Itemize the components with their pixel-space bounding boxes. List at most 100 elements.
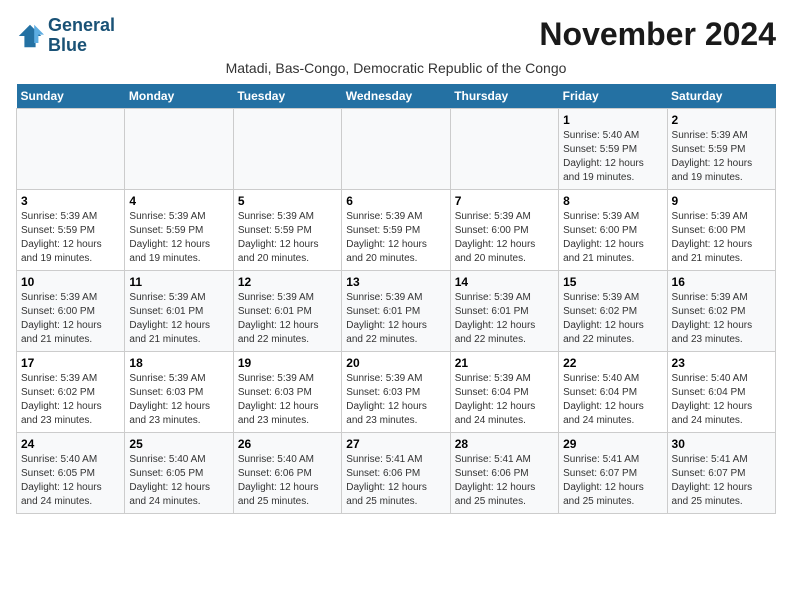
calendar-cell [125, 108, 233, 189]
calendar-cell: 30Sunrise: 5:41 AM Sunset: 6:07 PM Dayli… [667, 432, 775, 513]
header-friday: Friday [559, 84, 667, 109]
day-info: Sunrise: 5:39 AM Sunset: 6:01 PM Dayligh… [455, 291, 554, 347]
day-info: Sunrise: 5:39 AM Sunset: 5:59 PM Dayligh… [346, 210, 445, 266]
day-number: 17 [21, 356, 120, 370]
day-info: Sunrise: 5:40 AM Sunset: 6:04 PM Dayligh… [563, 372, 662, 428]
day-info: Sunrise: 5:39 AM Sunset: 5:59 PM Dayligh… [238, 210, 337, 266]
day-number: 11 [129, 275, 228, 289]
calendar-cell: 4 Sunrise: 5:39 AM Sunset: 5:59 PM Daylig… [125, 189, 233, 270]
day-info: Sunrise: 5:40 AM Sunset: 6:04 PM Dayligh… [672, 372, 771, 428]
calendar-cell: 23 Sunrise: 5:40 AM Sunset: 6:04 PM Dayli… [667, 351, 775, 432]
calendar-cell: 18 Sunrise: 5:39 AM Sunset: 6:03 PM Dayli… [125, 351, 233, 432]
month-title: November 2024 [539, 16, 776, 53]
day-info: Sunrise: 5:39 AM Sunset: 5:59 PM Dayligh… [129, 210, 228, 266]
header-thursday: Thursday [450, 84, 558, 109]
calendar-cell: 10 Sunrise: 5:39 AM Sunset: 6:00 PM Dayli… [17, 270, 125, 351]
logo: General Blue [16, 16, 115, 56]
day-info: Sunrise: 5:40 AM Sunset: 6:05 PM Dayligh… [129, 453, 228, 509]
day-info: Sunrise: 5:41 AM Sunset: 6:06 PM Dayligh… [346, 453, 445, 509]
calendar-cell: 8 Sunrise: 5:39 AM Sunset: 6:00 PM Daylig… [559, 189, 667, 270]
calendar-cell: 12Sunrise: 5:39 AM Sunset: 6:01 PM Dayli… [233, 270, 341, 351]
calendar-cell [233, 108, 341, 189]
calendar-cell: 9 Sunrise: 5:39 AM Sunset: 6:00 PM Daylig… [667, 189, 775, 270]
day-number: 16 [672, 275, 771, 289]
day-number: 15 [563, 275, 662, 289]
header-wednesday: Wednesday [342, 84, 450, 109]
calendar-cell: 24Sunrise: 5:40 AM Sunset: 6:05 PM Dayli… [17, 432, 125, 513]
day-number: 14 [455, 275, 554, 289]
calendar-week-row: 1 Sunrise: 5:40 AM Sunset: 5:59 PM Daylig… [17, 108, 776, 189]
calendar-cell: 20 Sunrise: 5:39 AM Sunset: 6:03 PM Dayli… [342, 351, 450, 432]
day-number: 5 [238, 194, 337, 208]
day-number: 8 [563, 194, 662, 208]
logo-text: General Blue [48, 16, 115, 56]
day-number: 19 [238, 356, 337, 370]
day-number: 20 [346, 356, 445, 370]
day-info: Sunrise: 5:39 AM Sunset: 6:01 PM Dayligh… [238, 291, 337, 347]
subtitle: Matadi, Bas-Congo, Democratic Republic o… [16, 60, 776, 76]
day-number: 4 [129, 194, 228, 208]
day-number: 6 [346, 194, 445, 208]
header-tuesday: Tuesday [233, 84, 341, 109]
day-info: Sunrise: 5:40 AM Sunset: 6:06 PM Dayligh… [238, 453, 337, 509]
calendar-cell: 21Sunrise: 5:39 AM Sunset: 6:04 PM Dayli… [450, 351, 558, 432]
calendar-cell: 7 Sunrise: 5:39 AM Sunset: 6:00 PM Daylig… [450, 189, 558, 270]
day-number: 1 [563, 113, 662, 127]
day-info: Sunrise: 5:39 AM Sunset: 6:00 PM Dayligh… [672, 210, 771, 266]
calendar-cell: 16Sunrise: 5:39 AM Sunset: 6:02 PM Dayli… [667, 270, 775, 351]
day-number: 9 [672, 194, 771, 208]
calendar-cell: 11 Sunrise: 5:39 AM Sunset: 6:01 PM Dayli… [125, 270, 233, 351]
calendar-week-row: 17 Sunrise: 5:39 AM Sunset: 6:02 PM Dayli… [17, 351, 776, 432]
calendar-week-row: 24 Sunrise: 5:40 AM Sunset: 6:05 PM Dayli… [17, 432, 776, 513]
day-number: 3 [21, 194, 120, 208]
day-info: Sunrise: 5:39 AM Sunset: 6:03 PM Dayligh… [238, 372, 337, 428]
day-number: 7 [455, 194, 554, 208]
day-number: 27 [346, 437, 445, 451]
day-info: Sunrise: 5:40 AM Sunset: 5:59 PM Dayligh… [563, 129, 662, 185]
calendar-cell: 22 Sunrise: 5:40 AM Sunset: 6:04 PM Dayli… [559, 351, 667, 432]
header-sunday: Sunday [17, 84, 125, 109]
day-number: 18 [129, 356, 228, 370]
day-number: 22 [563, 356, 662, 370]
calendar-cell: 15 Sunrise: 5:39 AM Sunset: 6:02 PM Dayli… [559, 270, 667, 351]
header-saturday: Saturday [667, 84, 775, 109]
calendar-week-row: 10 Sunrise: 5:39 AM Sunset: 6:00 PM Dayli… [17, 270, 776, 351]
calendar-table: SundayMondayTuesdayWednesdayThursdayFrid… [16, 84, 776, 514]
day-info: Sunrise: 5:39 AM Sunset: 5:59 PM Dayligh… [672, 129, 771, 185]
day-number: 24 [21, 437, 120, 451]
calendar-cell: 19 Sunrise: 5:39 AM Sunset: 6:03 PM Dayli… [233, 351, 341, 432]
calendar-cell: 2 Sunrise: 5:39 AM Sunset: 5:59 PM Daylig… [667, 108, 775, 189]
day-info: Sunrise: 5:39 AM Sunset: 6:00 PM Dayligh… [21, 291, 120, 347]
calendar-cell: 17 Sunrise: 5:39 AM Sunset: 6:02 PM Dayli… [17, 351, 125, 432]
calendar-cell: 25 Sunrise: 5:40 AM Sunset: 6:05 PM Dayli… [125, 432, 233, 513]
day-info: Sunrise: 5:39 AM Sunset: 6:00 PM Dayligh… [455, 210, 554, 266]
day-info: Sunrise: 5:39 AM Sunset: 6:03 PM Dayligh… [129, 372, 228, 428]
day-info: Sunrise: 5:41 AM Sunset: 6:07 PM Dayligh… [563, 453, 662, 509]
calendar-week-row: 3 Sunrise: 5:39 AM Sunset: 5:59 PM Daylig… [17, 189, 776, 270]
calendar-cell: 6 Sunrise: 5:39 AM Sunset: 5:59 PM Daylig… [342, 189, 450, 270]
calendar-cell: 5 Sunrise: 5:39 AM Sunset: 5:59 PM Daylig… [233, 189, 341, 270]
day-number: 2 [672, 113, 771, 127]
calendar-cell [17, 108, 125, 189]
calendar-cell [450, 108, 558, 189]
calendar-header-row: SundayMondayTuesdayWednesdayThursdayFrid… [17, 84, 776, 109]
day-number: 29 [563, 437, 662, 451]
calendar-cell: 26 Sunrise: 5:40 AM Sunset: 6:06 PM Dayli… [233, 432, 341, 513]
day-info: Sunrise: 5:39 AM Sunset: 6:02 PM Dayligh… [21, 372, 120, 428]
day-number: 21 [455, 356, 554, 370]
day-info: Sunrise: 5:39 AM Sunset: 6:01 PM Dayligh… [129, 291, 228, 347]
day-info: Sunrise: 5:39 AM Sunset: 6:00 PM Dayligh… [563, 210, 662, 266]
calendar-cell: 1 Sunrise: 5:40 AM Sunset: 5:59 PM Daylig… [559, 108, 667, 189]
day-number: 13 [346, 275, 445, 289]
calendar-cell: 3 Sunrise: 5:39 AM Sunset: 5:59 PM Daylig… [17, 189, 125, 270]
day-number: 10 [21, 275, 120, 289]
day-info: Sunrise: 5:39 AM Sunset: 6:02 PM Dayligh… [563, 291, 662, 347]
day-info: Sunrise: 5:39 AM Sunset: 6:03 PM Dayligh… [346, 372, 445, 428]
day-number: 26 [238, 437, 337, 451]
day-number: 25 [129, 437, 228, 451]
day-info: Sunrise: 5:39 AM Sunset: 5:59 PM Dayligh… [21, 210, 120, 266]
day-number: 28 [455, 437, 554, 451]
day-info: Sunrise: 5:41 AM Sunset: 6:07 PM Dayligh… [672, 453, 771, 509]
day-number: 23 [672, 356, 771, 370]
header-monday: Monday [125, 84, 233, 109]
